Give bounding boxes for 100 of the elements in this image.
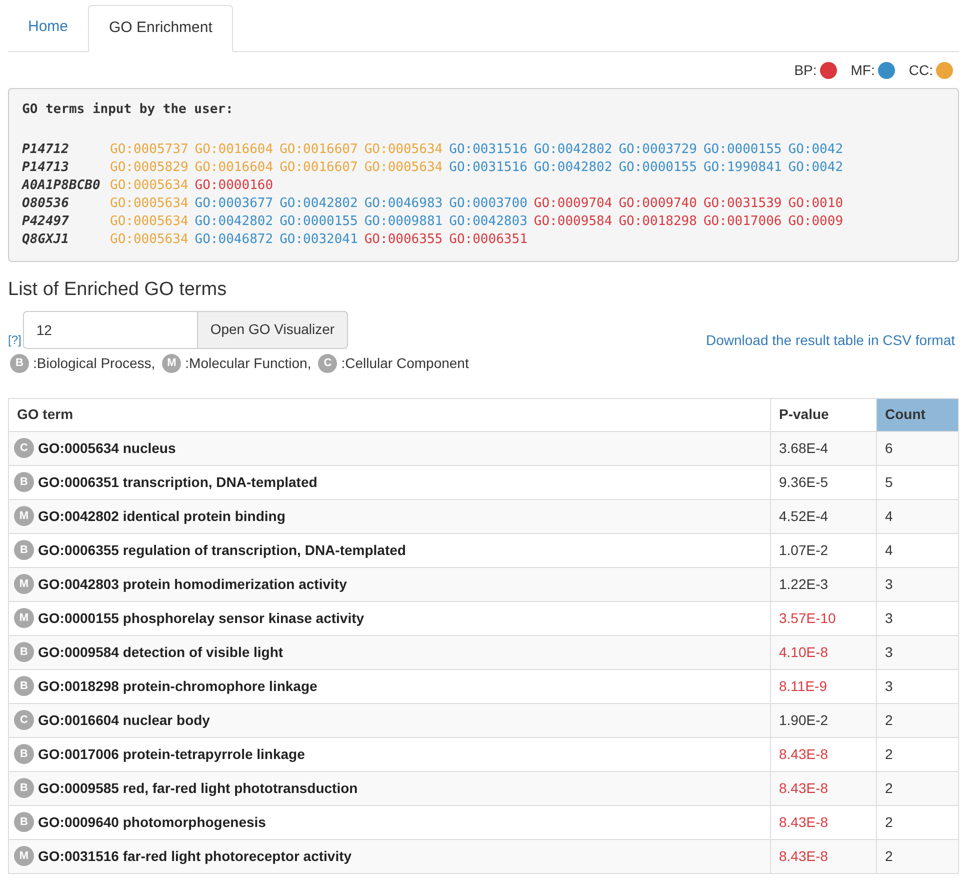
- go-term: GO:0016604: [194, 159, 274, 177]
- count-cell: 2: [876, 839, 958, 873]
- tab[interactable]: GO Enrichment: [88, 5, 234, 52]
- go-term: GO:0009740: [618, 195, 697, 213]
- category-badge: B: [14, 676, 34, 696]
- go-term: GO:0010: [788, 195, 844, 213]
- protein-id: P14712: [22, 141, 70, 159]
- go-term: GO:0016604: [194, 141, 274, 159]
- go-term-name: GO:0031516 far-red light photoreceptor activity: [38, 846, 352, 866]
- category-badge: C: [14, 438, 34, 458]
- category-badge: B: [14, 744, 34, 764]
- category-badge: B: [10, 354, 29, 372]
- p-value-cell: 9.36E-5: [770, 465, 876, 499]
- go-term: GO:0042802: [280, 195, 358, 213]
- go-term: GO:0009881: [364, 213, 443, 231]
- go-term: GO:0003700: [449, 195, 528, 213]
- legend-label: BP:: [794, 60, 817, 80]
- go-term: GO:1990841: [703, 159, 782, 177]
- p-value-cell: 3.68E-4: [770, 431, 876, 465]
- go-term: GO:0005634: [110, 195, 188, 213]
- category-badge: M: [14, 506, 34, 526]
- go-term: GO:0031539: [703, 195, 782, 213]
- count-cell: 5: [876, 465, 958, 499]
- go-term: GO:0005634: [364, 159, 443, 177]
- go-term: GO:0018298: [618, 213, 697, 231]
- column-header[interactable]: P-value: [770, 398, 876, 431]
- go-term-name: GO:0018298 protein-chromophore linkage: [38, 676, 318, 696]
- download-link[interactable]: Download the result table in CSV format: [706, 330, 955, 350]
- go-term: GO:0046872: [194, 231, 274, 249]
- go-term: GO:0042803: [449, 213, 528, 231]
- column-header[interactable]: GO term: [8, 398, 770, 431]
- category-badge: B: [14, 778, 34, 798]
- go-term: GO:0042802: [194, 213, 274, 231]
- category-label: :Biological Process,: [33, 354, 156, 373]
- go-term: GO:0005634: [110, 213, 188, 231]
- go-term: GO:0000155: [703, 141, 782, 159]
- go-term: GO:0042: [788, 141, 844, 159]
- column-header[interactable]: Count: [876, 398, 958, 431]
- go-term: GO:0042802: [534, 141, 612, 159]
- protein-id: Q8GXJ1: [22, 231, 70, 249]
- count-cell: 2: [876, 737, 958, 771]
- count-cell: 3: [876, 669, 958, 703]
- go-term: GO:0000160: [194, 177, 274, 195]
- p-value-cell: 8.43E-8: [770, 771, 876, 805]
- category-badge: M: [14, 574, 34, 594]
- go-term: GO:0005634: [110, 177, 188, 195]
- p-value-cell: 3.57E-10: [770, 601, 876, 635]
- protein-id: O80536: [22, 195, 70, 213]
- count-cell: 2: [876, 805, 958, 839]
- p-value-cell: 4.52E-4: [770, 499, 876, 533]
- p-value-cell: 8.11E-9: [770, 669, 876, 703]
- go-term: GO:0009704: [534, 195, 612, 213]
- p-value-cell: 1.07E-2: [770, 533, 876, 567]
- go-term-name: GO:0042803 protein homodimerization activity: [38, 574, 347, 594]
- go-term: GO:0042: [788, 159, 844, 177]
- legend-label: MF:: [850, 60, 875, 80]
- count-cell: 3: [876, 635, 958, 669]
- go-term: GO:0005737: [110, 141, 188, 159]
- go-term: GO:0009584: [534, 213, 612, 231]
- protein-id: P14713: [22, 159, 70, 177]
- go-term: GO:0000155: [280, 213, 358, 231]
- go-term: GO:0003677: [194, 195, 274, 213]
- count-cell: 4: [876, 499, 958, 533]
- count-cell: 3: [876, 567, 958, 601]
- go-term-name: GO:0006351 transcription, DNA-templated: [38, 472, 318, 492]
- go-term: GO:0005829: [110, 159, 188, 177]
- count-cell: 2: [876, 703, 958, 737]
- go-term: GO:0017006: [703, 213, 782, 231]
- p-value-cell: 8.43E-8: [770, 839, 876, 873]
- visualizer-button[interactable]: Open GO Visualizer: [198, 310, 348, 348]
- go-term: GO:0006355: [364, 231, 443, 249]
- go-term-name: GO:0005634 nucleus: [38, 438, 176, 458]
- number-field[interactable]: 12: [23, 310, 198, 348]
- protein-id: A0A1P8BCB0: [22, 177, 102, 195]
- go-term: GO:0009: [788, 213, 844, 231]
- go-term: GO:0005634: [110, 231, 188, 249]
- go-term: GO:0042802: [534, 159, 612, 177]
- go-term: GO:0003729: [618, 141, 697, 159]
- tab[interactable]: Home: [8, 4, 88, 51]
- go-term-name: GO:0009640 photomorphogenesis: [38, 812, 266, 832]
- category-badge: M: [162, 354, 182, 372]
- p-value-cell: 4.10E-8: [770, 635, 876, 669]
- p-value-cell: 1.90E-2: [770, 703, 876, 737]
- category-label: :Cellular Component: [341, 354, 469, 373]
- p-value-cell: 8.43E-8: [770, 805, 876, 839]
- go-term-name: GO:0017006 protein-tetrapyrrole linkage: [38, 744, 305, 764]
- count-cell: 3: [876, 601, 958, 635]
- category-badge: B: [14, 472, 34, 492]
- count-cell: 4: [876, 533, 958, 567]
- category-badge: B: [14, 540, 34, 560]
- help-link[interactable]: [?]: [8, 330, 22, 348]
- go-term-name: GO:0016604 nuclear body: [38, 710, 210, 730]
- go-term-name: GO:0000155 phosphorelay sensor kinase activity: [38, 608, 364, 628]
- panel-title: GO terms input by the user:: [22, 101, 234, 119]
- go-term-name: GO:0006355 regulation of transcription, DNA-templated: [38, 540, 406, 560]
- go-term: GO:0016607: [280, 159, 358, 177]
- count-cell: 6: [876, 431, 958, 465]
- go-term: GO:0032041: [280, 231, 358, 249]
- go-term: GO:0016607: [280, 141, 358, 159]
- category-badge: B: [14, 642, 34, 662]
